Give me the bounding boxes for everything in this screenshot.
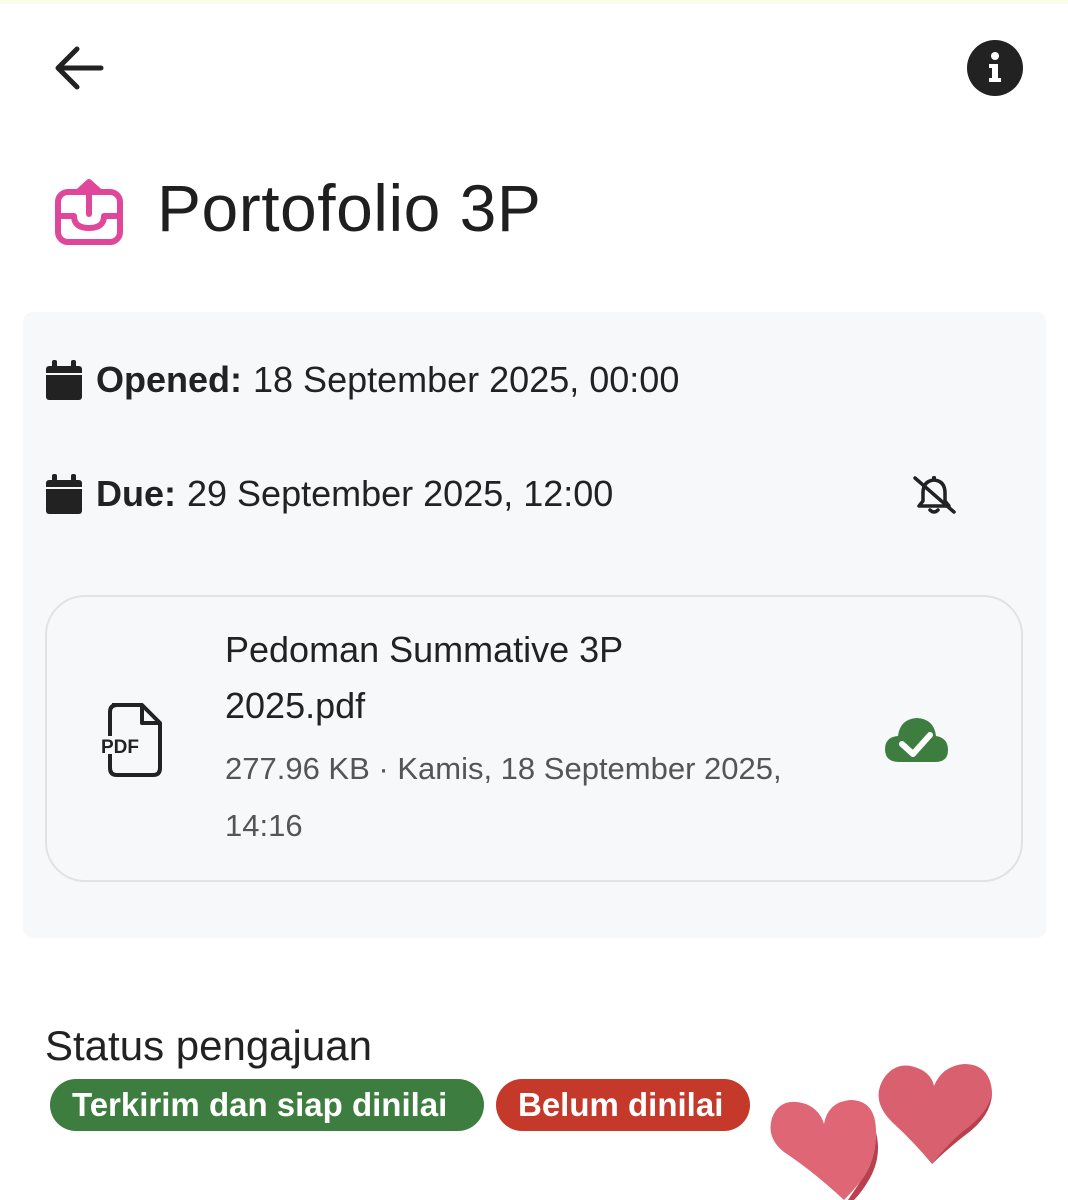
calendar-icon bbox=[46, 474, 82, 514]
status-badge-submitted: Terkirim dan siap dinilai bbox=[50, 1079, 484, 1131]
status-badge-not-graded: Belum dinilai bbox=[496, 1079, 750, 1131]
opened-date-row: Opened: 18 September 2025, 00:00 bbox=[46, 355, 679, 405]
submission-status-heading: Status pengajuan bbox=[45, 1022, 372, 1069]
arrow-left-icon bbox=[55, 46, 104, 90]
bell-slash-icon bbox=[913, 476, 956, 514]
cloud-check-icon bbox=[885, 718, 948, 762]
opened-value: 18 September 2025, 00:00 bbox=[253, 359, 680, 400]
svg-text:PDF: PDF bbox=[101, 737, 139, 758]
due-label: Due: bbox=[96, 473, 176, 514]
info-button[interactable] bbox=[966, 40, 1024, 96]
inbox-upload-icon bbox=[55, 179, 123, 245]
calendar-icon bbox=[46, 360, 82, 400]
hearts-sticker-icon bbox=[770, 1064, 992, 1200]
due-value: 29 September 2025, 12:00 bbox=[187, 473, 614, 514]
info-circle-icon bbox=[967, 40, 1023, 96]
attachment-meta: 277.96 KB · Kamis, 18 September 2025, 14… bbox=[225, 751, 782, 843]
page-title: Portofolio 3P bbox=[157, 171, 542, 245]
attachment-file-name: Pedoman Summative 3P 2025.pdf bbox=[225, 629, 623, 726]
reminder-toggle-button[interactable] bbox=[906, 470, 962, 520]
pdf-file-icon: PDF bbox=[101, 703, 162, 777]
opened-label: Opened: bbox=[96, 359, 243, 400]
back-button[interactable] bbox=[48, 40, 108, 96]
status-bar-strip bbox=[0, 0, 1068, 4]
due-date-row: Due: 29 September 2025, 12:00 bbox=[46, 469, 613, 519]
